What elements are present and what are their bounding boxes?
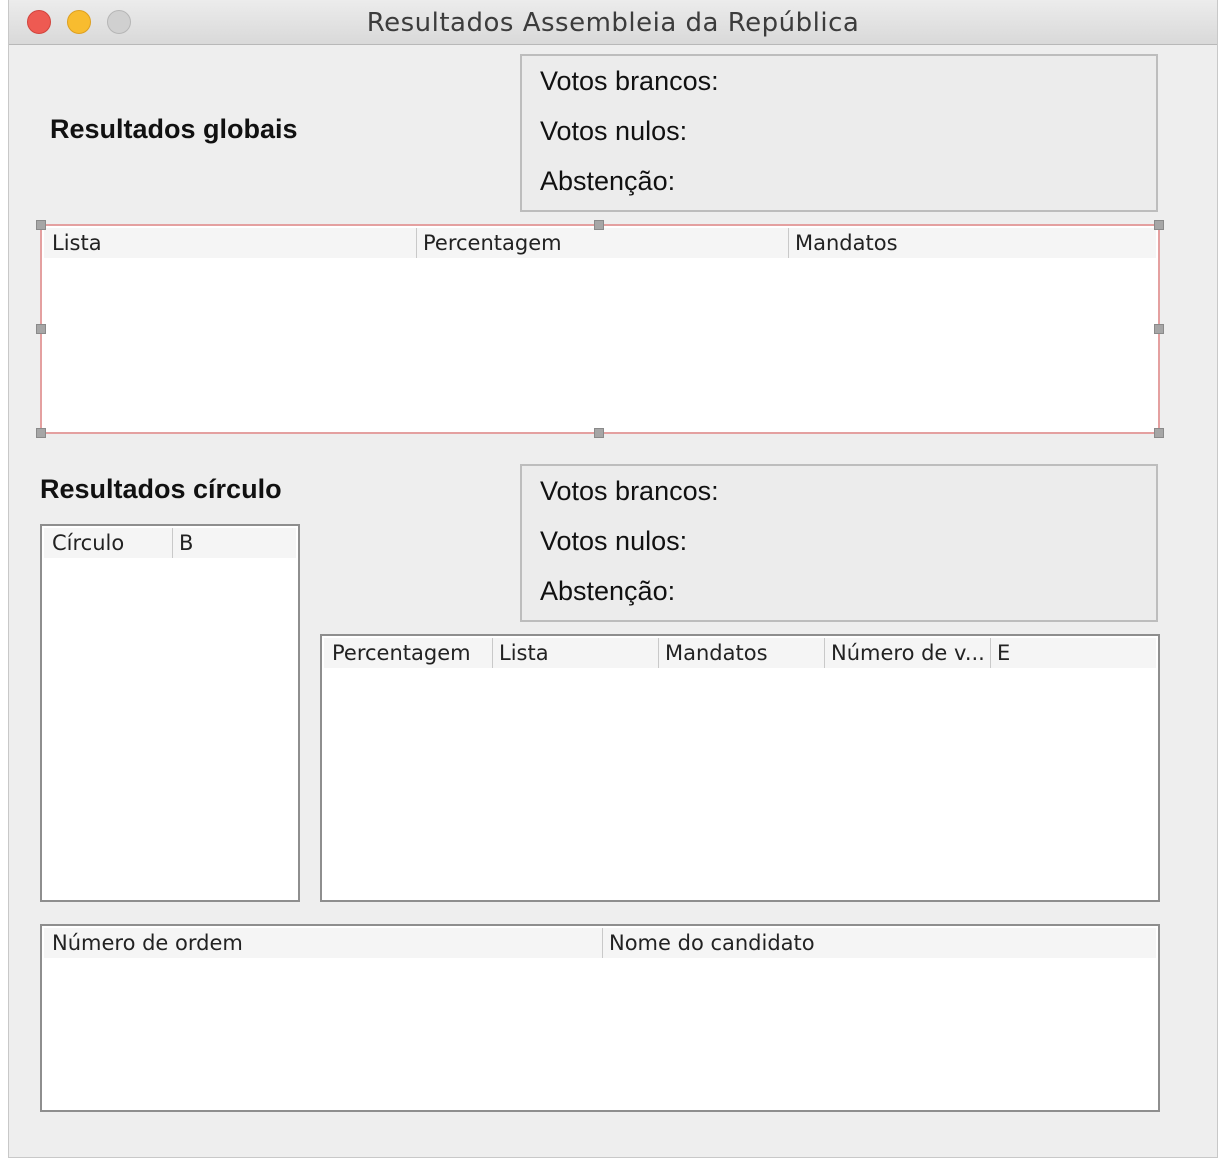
window-title: Resultados Assembleia da República [366,8,860,38]
global-results-table[interactable]: Lista Percentagem Mandatos [40,224,1160,434]
column-header-circulo[interactable]: Círculo [46,528,172,558]
global-results-heading: Resultados globais [50,114,298,144]
table-header: Número de ordem Nome do candidato [44,928,1156,958]
column-header-lista[interactable]: Lista [46,228,416,258]
circulo-votos-brancos-label: Votos brancos: [540,476,719,506]
global-votos-nulos-label: Votos nulos: [540,116,688,146]
column-header-percentagem[interactable]: Percentagem [326,638,492,668]
circulo-results-heading: Resultados círculo [40,474,282,504]
circulo-table[interactable]: Círculo B [40,524,300,902]
column-header-numero-de-ordem[interactable]: Número de ordem [46,928,602,958]
column-header-mandatos[interactable]: Mandatos [788,228,1156,258]
resize-handle[interactable] [1154,324,1164,334]
column-header-mandatos[interactable]: Mandatos [658,638,824,668]
table-header: Percentagem Lista Mandatos Número de v..… [324,638,1156,668]
table-header: Lista Percentagem Mandatos [44,228,1156,258]
column-header-percentagem[interactable]: Percentagem [416,228,788,258]
circulo-stats-panel: Votos brancos: Votos nulos: Abstenção: [520,464,1158,622]
resize-handle[interactable] [36,428,46,438]
global-votos-brancos-label: Votos brancos: [540,66,719,96]
title-bar[interactable]: Resultados Assembleia da República [9,0,1217,45]
column-header-nome-do-candidato[interactable]: Nome do candidato [602,928,1156,958]
circulo-abstencao-label: Abstenção: [540,576,676,606]
circulo-votos-nulos-label: Votos nulos: [540,526,688,556]
resize-handle[interactable] [1154,220,1164,230]
column-header-numero-de-votos[interactable]: Número de v... [824,638,990,668]
column-header-b[interactable]: B [172,528,296,558]
global-abstencao-label: Abstenção: [540,166,676,196]
resize-handle[interactable] [594,220,604,230]
resize-handle[interactable] [36,324,46,334]
resize-handle[interactable] [36,220,46,230]
table-header: Círculo B [44,528,296,558]
column-header-e[interactable]: E [990,638,1156,668]
resize-handle[interactable] [594,428,604,438]
circulo-results-table[interactable]: Percentagem Lista Mandatos Número de v..… [320,634,1160,902]
resize-handle[interactable] [1154,428,1164,438]
global-stats-panel: Votos brancos: Votos nulos: Abstenção: [520,54,1158,212]
candidates-table[interactable]: Número de ordem Nome do candidato [40,924,1160,1112]
column-header-lista[interactable]: Lista [492,638,658,668]
